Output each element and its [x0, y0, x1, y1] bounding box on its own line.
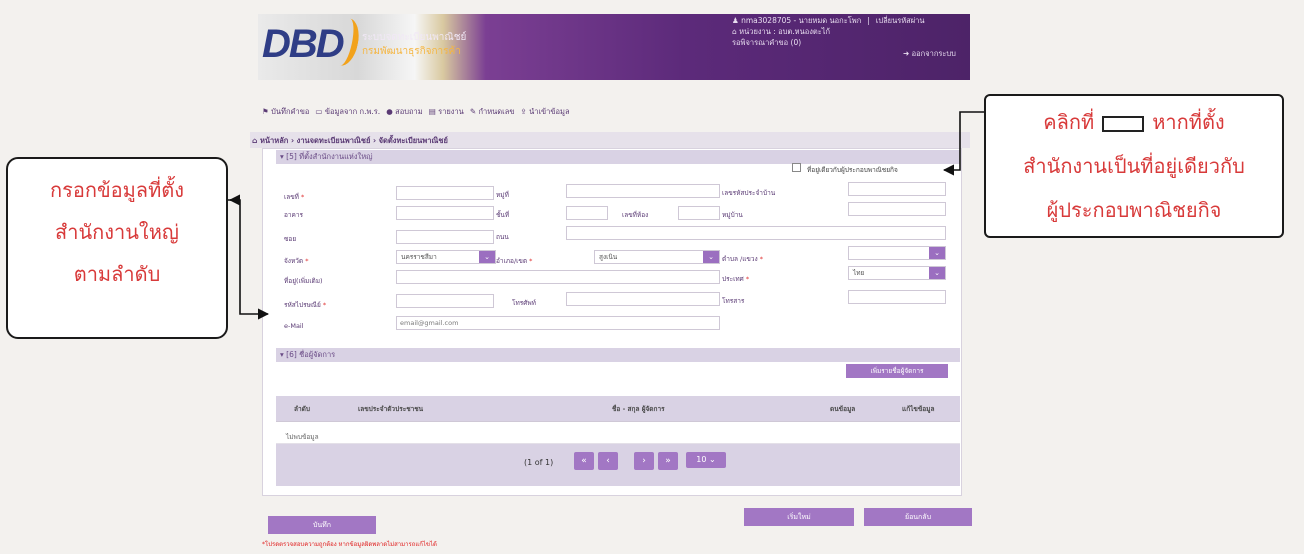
system-title: ระบบจดทะเบียนพาณิชย์: [362, 32, 467, 43]
menu-item-inquiry[interactable]: ● สอบถาม: [386, 106, 422, 118]
callout-left-line2: สำนักงานใหญ่: [55, 220, 179, 244]
room-input[interactable]: [678, 206, 720, 220]
col-view-data: ดนข้อมูล: [830, 405, 856, 413]
col-edit-data: แก้ไขข้อมูล: [902, 405, 935, 413]
menu-item-report[interactable]: ▤ รายงาน: [429, 106, 464, 118]
main-menu: ⚑ บันทึกคำขอ ▭ ข้อมูลจาก ก.พ.ร. ● สอบถาม…: [262, 106, 570, 118]
building-label: อาคาร: [284, 211, 304, 219]
pager-bar: [276, 444, 960, 486]
fax-input[interactable]: [848, 290, 946, 304]
postcode-label: รหัสไปรษณีย์ *: [284, 301, 327, 309]
floor-input[interactable]: [566, 206, 608, 220]
logout-link[interactable]: ➜ ออกจากระบบ: [903, 48, 956, 60]
postcode-input[interactable]: [396, 294, 494, 308]
subdistrict-select[interactable]: ⌄: [848, 246, 946, 260]
menu-item-import[interactable]: ⇪ นำเข้าข้อมูล: [520, 106, 569, 118]
instruction-callout-right: คลิกที่ หากที่ตั้ง สำนักงานเป็นที่อยู่เดี…: [984, 94, 1284, 238]
checkbox-illustration-icon: [1102, 115, 1145, 132]
province-label: จังหวัด *: [284, 257, 309, 265]
house-reg-input[interactable]: [848, 182, 946, 196]
email-input[interactable]: email@gmail.com: [396, 316, 720, 330]
fax-label: โทรสาร: [722, 297, 745, 305]
callout-left-line3: ตามลำดับ: [73, 262, 161, 286]
callout-right-line2: สำนักงานเป็นที่อยู่เดียวกับ: [1023, 154, 1245, 178]
same-address-label: ที่อยู่เดียวกับผู้ประกอบพาณิชยกิจ: [807, 166, 898, 174]
first-page-button[interactable]: «: [574, 452, 594, 470]
pager-status: (1 of 1): [524, 458, 554, 467]
address-extra-input[interactable]: [396, 270, 720, 284]
menu-item-record[interactable]: ⚑ บันทึกคำขอ: [262, 106, 309, 118]
soi-input[interactable]: [396, 230, 494, 244]
change-password-link[interactable]: เปลี่ยนรหัสผ่าน: [876, 16, 925, 25]
prev-page-button[interactable]: ‹: [598, 452, 618, 470]
province-select[interactable]: นครราชสีมา ⌄: [396, 250, 496, 264]
pending-requests-link[interactable]: รอพิจารณาคำขอ (0): [732, 37, 925, 48]
room-label: เลขที่ห้อง: [622, 211, 649, 219]
save-button[interactable]: บันทึก: [268, 516, 376, 534]
road-label: ถนน: [496, 233, 509, 241]
phone-label: โทรศัพท์: [512, 299, 536, 307]
col-id-number: เลขประจำตัวประชาชน: [358, 405, 424, 413]
col-manager-name: ชื่อ - สกุล ผู้จัดการ: [612, 405, 665, 413]
instruction-callout-left: กรอกข้อมูลที่ตั้ง สำนักงานใหญ่ ตามลำดับ: [6, 157, 228, 339]
callout-right-line3: ผู้ประกอบพาณิชยกิจ: [1046, 198, 1222, 222]
address-extra-label: ที่อยู่(เพิ่มเติม): [284, 277, 323, 285]
house-no-input[interactable]: [396, 186, 494, 200]
department-name: กรมพัฒนาธุรกิจการค้า: [362, 46, 461, 57]
email-placeholder: email@gmail.com: [400, 319, 459, 327]
village-input[interactable]: [848, 202, 946, 216]
country-select[interactable]: ไทย ⌄: [848, 266, 946, 280]
back-button[interactable]: ย้อนกลับ: [864, 508, 972, 526]
callout-left-line1: กรอกข้อมูลที่ตั้ง: [49, 178, 185, 202]
page-size-select[interactable]: 10 ⌄: [686, 452, 726, 468]
callout-right-line1b: หากที่ตั้ง: [1152, 110, 1225, 134]
same-address-checkbox[interactable]: [792, 163, 801, 172]
callout-right-line1a: คลิกที่: [1043, 110, 1095, 134]
col-order: ลำดับ: [294, 405, 310, 413]
reset-button[interactable]: เริ่มใหม่: [744, 508, 854, 526]
user-name: nma3028705 - นายหมด นอกะโพก: [741, 16, 862, 25]
village-label: หมู่บ้าน: [722, 211, 743, 219]
warning-note: *โปรดตรวจสอบความถูกต้อง หากข้อมูลผิดพลาด…: [262, 541, 437, 548]
country-label: ประเทศ *: [722, 275, 750, 283]
dropdown-arrow-icon: ⌄: [929, 267, 945, 279]
dropdown-arrow-icon: ⌄: [929, 247, 945, 259]
table-empty-row: ไม่พบข้อมูล: [276, 430, 960, 444]
logout-icon: ➜: [903, 49, 912, 58]
unit-name: หน่วยงาน : อบต.หนองตะไก้: [739, 27, 831, 36]
road-input[interactable]: [566, 226, 946, 240]
moo-label: หมู่ที่: [496, 191, 509, 199]
section6-header[interactable]: ▾ [6] ชื่อผู้จัดการ: [276, 348, 960, 362]
dropdown-arrow-icon: ⌄: [479, 251, 495, 263]
breadcrumb: ⌂ หน้าหลัก › งานจดทะเบียนพาณิชย์ › จัดตั…: [252, 136, 448, 145]
next-page-button[interactable]: ›: [634, 452, 654, 470]
menu-item-numbering[interactable]: ✎ กำหนดเลข: [470, 106, 515, 118]
user-icon: ♟: [732, 16, 742, 25]
house-no-label: เลขที่ *: [284, 193, 305, 201]
user-info: ♟ nma3028705 - นายหมด นอกะโพก | เปลี่ยนรหั…: [732, 16, 925, 48]
moo-input[interactable]: [566, 184, 720, 198]
last-page-button[interactable]: »: [658, 452, 678, 470]
section5-header[interactable]: ▾ [5] ที่ตั้งสำนักงานแห่งใหญ่: [276, 150, 960, 164]
floor-label: ชั้นที่: [496, 211, 510, 219]
phone-input[interactable]: [566, 292, 720, 306]
subdistrict-label: ตำบล /แขวง *: [722, 255, 764, 263]
district-label: อำเภอ/เขต *: [496, 257, 533, 265]
house-reg-label: เลขรหัสประจำบ้าน: [722, 189, 776, 197]
home-icon: ⌂: [252, 136, 260, 145]
email-label: e-Mail: [284, 322, 304, 330]
menu-item-opdc[interactable]: ▭ ข้อมูลจาก ก.พ.ร.: [315, 106, 380, 118]
dropdown-arrow-icon: ⌄: [703, 251, 719, 263]
district-select[interactable]: สูงเนิน ⌄: [594, 250, 720, 264]
add-manager-button[interactable]: เพิ่มรายชื่อผู้จัดการ: [846, 364, 948, 378]
soi-label: ซอย: [284, 235, 297, 243]
building-input[interactable]: [396, 206, 494, 220]
